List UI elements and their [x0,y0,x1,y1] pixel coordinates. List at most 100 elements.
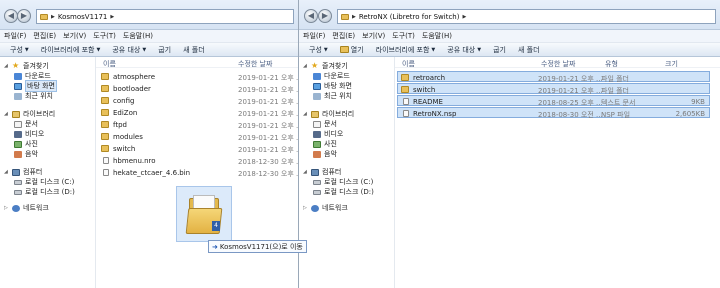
nav-drive-c[interactable]: 로컬 디스크 (C:) [299,177,394,187]
library-icon [12,110,20,118]
nav-drive-d[interactable]: 로컬 디스크 (D:) [0,187,95,197]
menu-help[interactable]: 도움말(H) [123,31,153,41]
address-path[interactable]: KosmosV1171 [58,13,108,21]
file-row[interactable]: README 2018-08-25 오후 ... 텍스트 문서 9KB [397,95,710,107]
file-row[interactable]: hekate_ctcaer_4.6.bin 2018-12-30 오후 ... [98,167,298,178]
burn-button[interactable]: 굽기 [158,45,171,55]
column-date-header[interactable]: 수정한 날짜 [541,59,575,69]
menu-tools[interactable]: 도구(T) [392,31,415,41]
expand-icon[interactable]: ◢ [4,169,9,175]
column-size-header[interactable]: 크기 [665,59,678,69]
organize-button[interactable]: 구성 ▼ [10,45,29,55]
nav-computer[interactable]: ◢ 컴퓨터 [0,167,95,177]
include-in-library-button[interactable]: 라이브러리에 포함 ▼ [376,45,436,55]
expand-icon[interactable]: ◢ [303,63,308,69]
nav-downloads[interactable]: 다운로드 [299,71,394,81]
breadcrumb-separator-icon: ▶ [51,13,55,20]
downloads-icon [313,72,321,80]
file-date: 2019-01-21 오후 ... [238,122,299,130]
burn-button[interactable]: 굽기 [493,45,506,55]
nav-libraries[interactable]: ◢ 라이브러리 [299,109,394,119]
address-path[interactable]: RetroNX (Libretro for Switch) [359,13,460,21]
menu-file[interactable]: 파일(F) [303,31,325,41]
file-size: 9KB [691,98,705,106]
open-button[interactable]: 열기 [339,45,364,55]
back-button[interactable]: ◀ [4,9,18,23]
forward-button[interactable]: ▶ [318,9,332,23]
nav-documents[interactable]: 문서 [299,119,394,129]
expand-icon[interactable]: ▷ [303,205,308,211]
nav-music[interactable]: 음악 [299,149,394,159]
file-row[interactable]: config 2019-01-21 오후 ... [98,95,298,106]
nav-favorites[interactable]: ◢ ★ 즐겨찾기 [299,61,394,71]
column-date-header[interactable]: 수정한 날짜 [238,59,272,69]
nav-desktop[interactable]: 바탕 화면 [299,81,394,91]
nav-pictures[interactable]: 사진 [299,139,394,149]
file-row[interactable]: bootloader 2019-01-21 오후 ... [98,83,298,94]
address-box[interactable]: ▶ KosmosV1171 ▶ [36,9,294,24]
file-name: config [113,97,135,105]
column-type-header[interactable]: 유형 [605,59,618,69]
file-row[interactable]: RetroNX.nsp 2018-08-30 오전 ... NSP 파일 2,605K… [397,107,710,119]
column-name-header[interactable]: 이름 [103,59,116,69]
computer-section: ◢ 컴퓨터 로컬 디스크 (C:) 로컬 디스크 (D:) [299,167,394,197]
forward-button[interactable]: ▶ [17,9,31,23]
dropdown-arrow-icon: ▼ [431,46,436,53]
back-button[interactable]: ◀ [304,9,318,23]
nav-label: 음악 [25,150,38,158]
breadcrumb-chevron-icon[interactable]: ▶ [462,14,466,20]
dropdown-arrow-icon: ▼ [96,46,101,53]
menu-help[interactable]: 도움말(H) [422,31,452,41]
menu-edit[interactable]: 편집(E) [33,31,56,41]
nav-videos[interactable]: 비디오 [0,129,95,139]
file-row[interactable]: switch 2019-01-21 오후 ... [98,143,298,154]
file-name: bootloader [113,85,151,93]
file-row[interactable]: EdiZon 2019-01-21 오후 ... [98,107,298,118]
share-with-button[interactable]: 공유 대상 ▼ [447,45,481,55]
file-list: 이름 수정한 날짜 유형 크기 retroarch 2019-01-21 오후 .… [395,57,720,288]
include-in-library-button[interactable]: 라이브러리에 포함 ▼ [41,45,101,55]
menu-view[interactable]: 보기(V) [63,31,86,41]
nav-music[interactable]: 음악 [0,149,95,159]
organize-button[interactable]: 구성 ▼ [309,45,328,55]
menu-view[interactable]: 보기(V) [362,31,385,41]
expand-icon[interactable]: ◢ [4,63,9,69]
address-box[interactable]: ▶ RetroNX (Libretro for Switch) ▶ [337,9,716,24]
share-with-button[interactable]: 공유 대상 ▼ [112,45,146,55]
nav-pictures[interactable]: 사진 [0,139,95,149]
file-row[interactable]: retroarch 2019-01-21 오후 ... 파일 폴더 [397,71,710,83]
nav-libraries[interactable]: ◢ 라이브러리 [0,109,95,119]
file-row[interactable]: hbmenu.nro 2018-12-30 오후 ... [98,155,298,166]
nav-drive-c[interactable]: 로컬 디스크 (C:) [0,177,95,187]
nav-recent[interactable]: 최근 위치 [0,91,95,101]
dropdown-arrow-icon: ▼ [477,46,482,53]
menu-tools[interactable]: 도구(T) [93,31,116,41]
nav-network[interactable]: ▷ 네트워크 [0,203,95,213]
breadcrumb-chevron-icon[interactable]: ▶ [110,14,114,20]
expand-icon[interactable]: ◢ [4,111,9,117]
nav-drive-d[interactable]: 로컬 디스크 (D:) [299,187,394,197]
nav-computer[interactable]: ◢ 컴퓨터 [299,167,394,177]
column-name-header[interactable]: 이름 [402,59,415,69]
expand-icon[interactable]: ◢ [303,111,308,117]
nav-videos[interactable]: 비디오 [299,129,394,139]
new-folder-button[interactable]: 새 폴더 [518,45,540,55]
nav-label: 라이브러리 [322,110,355,118]
nav-favorites[interactable]: ◢ ★ 즐겨찾기 [0,61,95,71]
expand-icon[interactable]: ▷ [4,205,9,211]
file-row[interactable]: ftpd 2019-01-21 오후 ... [98,119,299,130]
nav-desktop[interactable]: 바탕 화면 [0,80,95,92]
nav-recent[interactable]: 최근 위치 [299,91,394,101]
folder-icon [101,109,109,116]
nav-documents[interactable]: 문서 [0,119,95,129]
expand-icon[interactable]: ◢ [303,169,308,175]
menu-edit[interactable]: 편집(E) [332,31,355,41]
nav-label: 로컬 디스크 (C:) [25,178,75,186]
new-folder-button[interactable]: 새 폴더 [183,45,205,55]
menu-file[interactable]: 파일(F) [4,31,26,41]
file-row[interactable]: modules 2019-01-21 오후 ... [98,131,298,142]
file-row[interactable]: atmosphere 2019-01-21 오후 ... [98,71,298,82]
nav-network[interactable]: ▷ 네트워크 [299,203,394,213]
file-row[interactable]: switch 2019-01-21 오후 ... 파일 폴더 [397,83,710,95]
column-headers: 이름 수정한 날짜 [96,57,298,68]
